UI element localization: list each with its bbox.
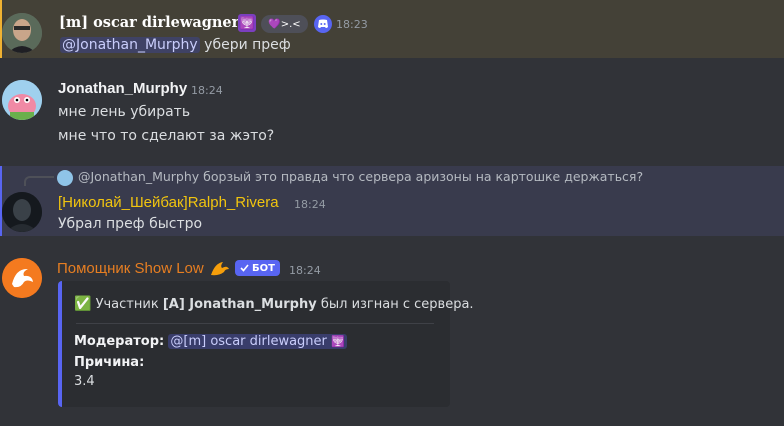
embed-title-text: Участник xyxy=(95,297,163,312)
user-mention[interactable]: @Jonathan_Murphy xyxy=(60,37,200,53)
timestamp: 18:23 xyxy=(336,18,368,31)
embed-title-suffix: был изгнан с сервера. xyxy=(316,297,474,312)
reason-value: 3.4 xyxy=(74,374,95,389)
embed-moderator-row: Модератор: @[m] oscar dirlewagner 🕎 xyxy=(74,334,347,349)
moderator-mention-text: @[m] oscar dirlewagner xyxy=(170,334,327,349)
menorah-icon: 🕎 xyxy=(238,14,256,32)
discord-badge-icon xyxy=(314,15,332,33)
timestamp: 18:24 xyxy=(191,84,223,97)
avatar-ralph[interactable] xyxy=(2,192,42,232)
moderator-mention[interactable]: @[m] oscar dirlewagner 🕎 xyxy=(168,334,347,349)
message-ralph: @Jonathan_Murphy борзый это правда что с… xyxy=(0,166,784,236)
reply-text: борзый это правда что сервера аризоны на… xyxy=(203,169,644,184)
message-text: убери преф xyxy=(204,37,291,53)
reply-mention[interactable]: @Jonathan_Murphy xyxy=(78,169,199,184)
message-oscar: [m] oscar dirlewagner 🕎 💜>.< 18:23 @Jona… xyxy=(0,0,784,58)
check-icon: ✅ xyxy=(74,296,92,312)
reply-preview[interactable]: @Jonathan_Murphy борзый это правда что с… xyxy=(78,169,643,184)
message-text: мне что то сделают за жэто? xyxy=(58,128,275,144)
timestamp: 18:24 xyxy=(294,198,326,211)
reason-label: Причина: xyxy=(74,355,145,370)
reply-avatar[interactable] xyxy=(57,170,73,186)
author-name[interactable]: Помощник Show Low xyxy=(57,260,204,277)
avatar-jonathan[interactable] xyxy=(2,80,42,120)
author-name[interactable]: [Николай_Шейбак]Ralph_Rivera xyxy=(58,194,279,211)
checkmark-icon xyxy=(240,264,249,272)
embed-card: ✅ Участник [A] Jonathan_Murphy был изгна… xyxy=(58,281,474,407)
bot-label: БОТ xyxy=(252,262,275,274)
avatar-bot[interactable] xyxy=(2,258,42,298)
timestamp: 18:24 xyxy=(289,264,321,277)
moderator-label: Модератор: xyxy=(74,334,165,349)
status-pill: 💜>.< xyxy=(261,15,308,33)
flame-dragon-icon xyxy=(209,259,231,277)
embed-title-user: [A] Jonathan_Murphy xyxy=(162,297,317,312)
message-text: Убрал преф быстро xyxy=(58,216,203,232)
avatar-oscar[interactable] xyxy=(2,13,42,53)
bot-tag: БОТ xyxy=(235,260,280,276)
message-content: @Jonathan_Murphy убери преф xyxy=(60,37,291,53)
message-jonathan: Jonathan_Murphy 18:24 мне лень убирать м… xyxy=(0,70,784,160)
menorah-icon: 🕎 xyxy=(331,335,345,348)
embed-divider xyxy=(76,323,434,324)
author-name[interactable]: Jonathan_Murphy xyxy=(58,80,187,97)
message-text: мне лень убирать xyxy=(58,104,191,120)
reply-connector xyxy=(24,176,54,186)
author-name[interactable]: [m] oscar dirlewagner xyxy=(59,14,239,31)
embed-title: ✅ Участник [A] Jonathan_Murphy был изгна… xyxy=(74,296,474,312)
